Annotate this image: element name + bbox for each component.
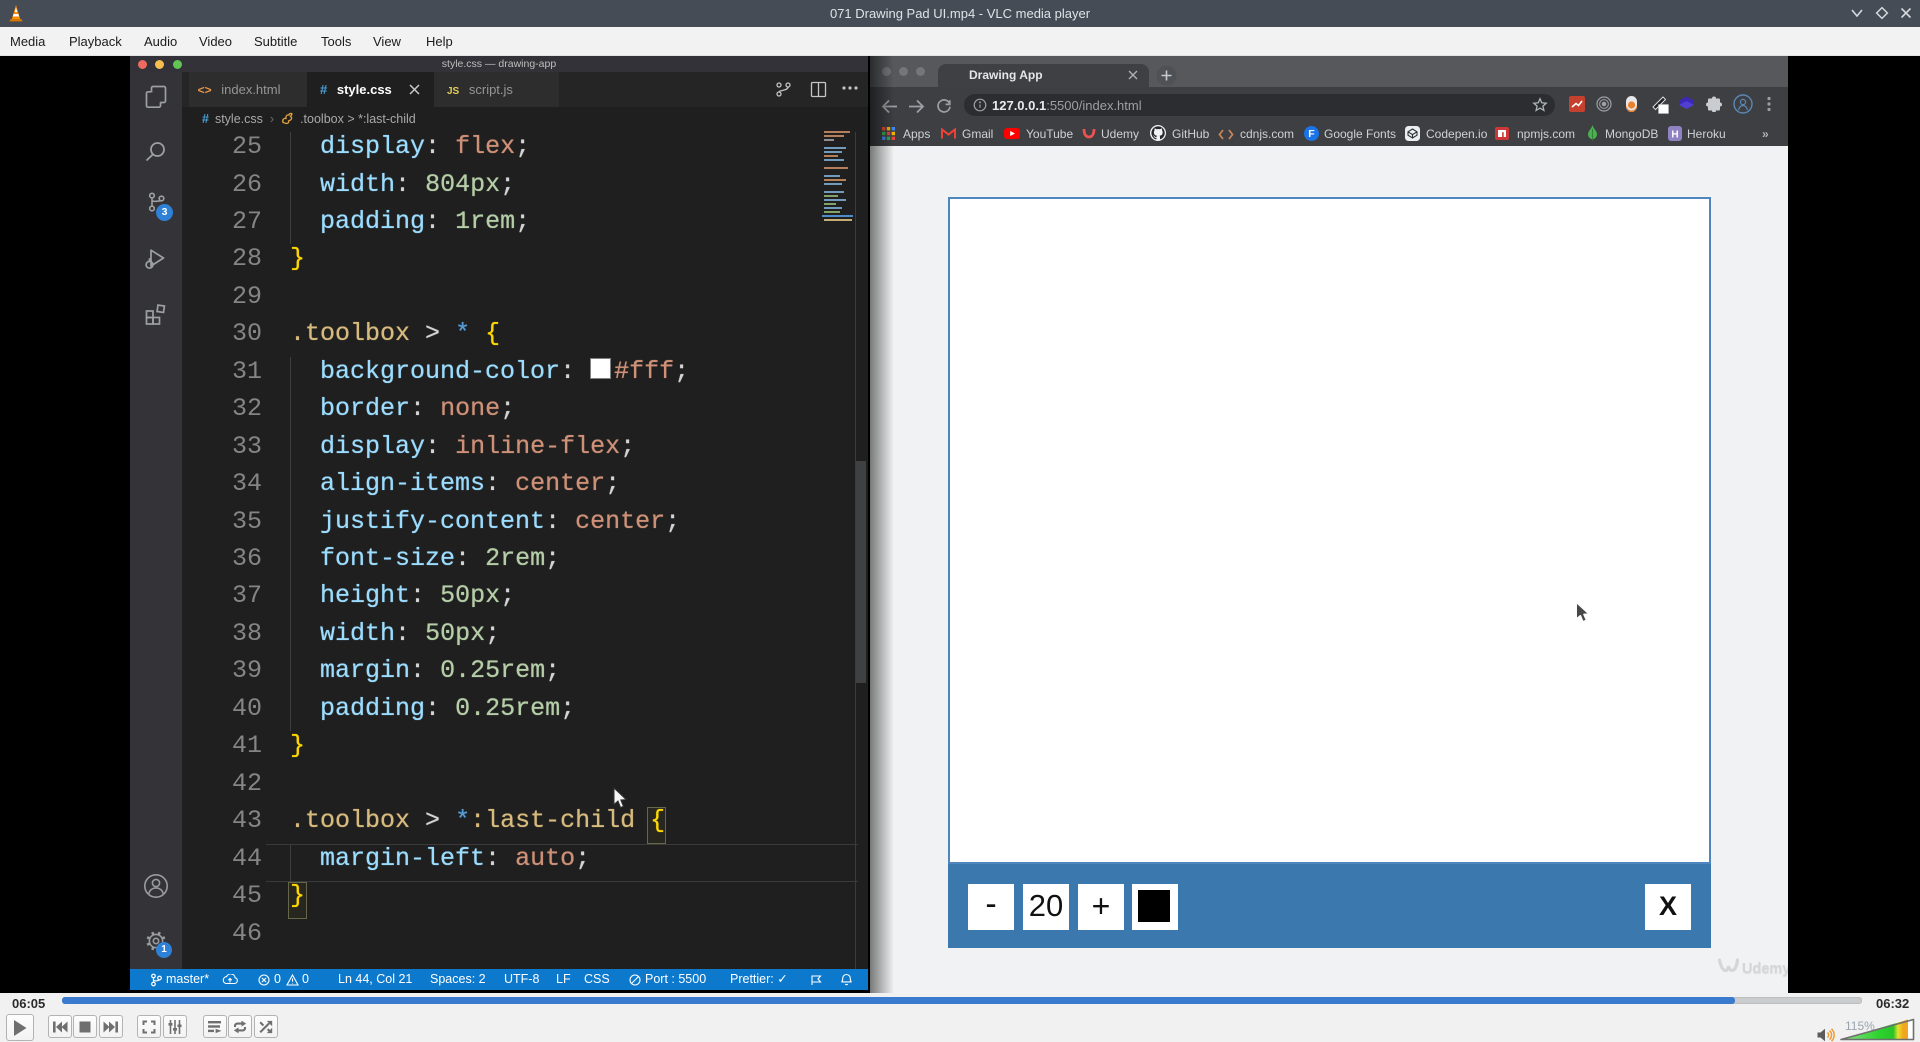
svg-text:H: H (1671, 130, 1678, 141)
svg-text:F: F (1308, 128, 1315, 140)
